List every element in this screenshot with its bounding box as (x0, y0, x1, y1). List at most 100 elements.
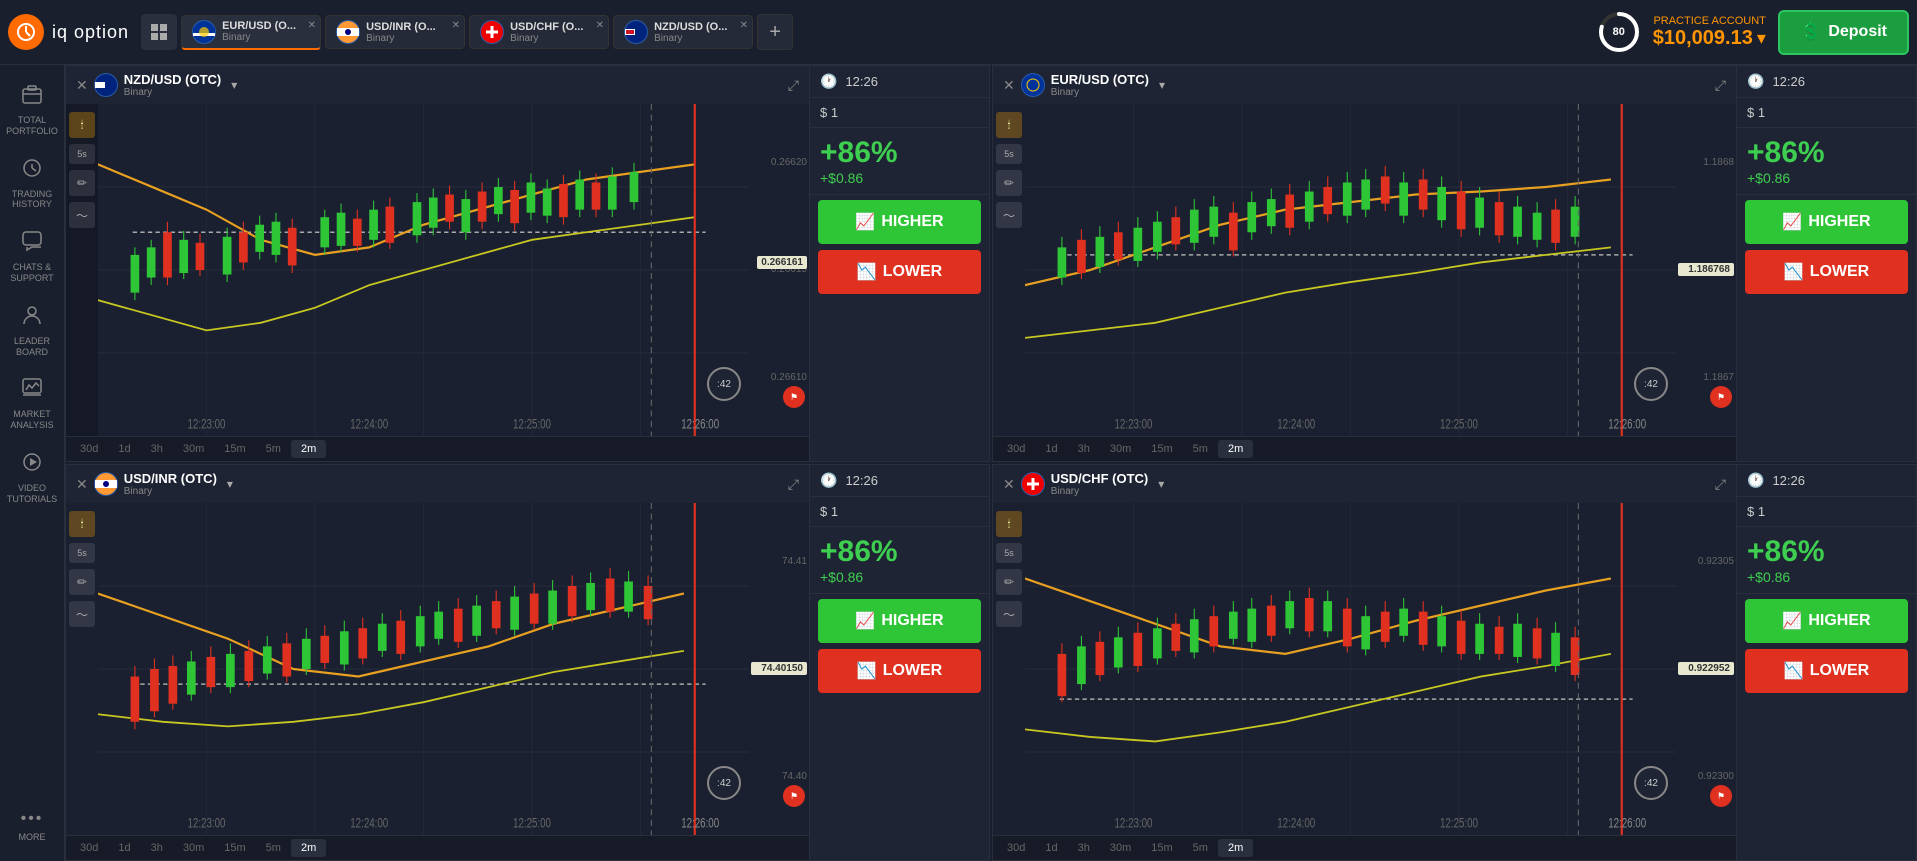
tf-3h-eurusd[interactable]: 3h (1068, 440, 1100, 458)
lower-button-usdinr[interactable]: 📉 LOWER (818, 649, 981, 693)
svg-text:12:23:00: 12:23:00 (1115, 416, 1153, 432)
tool-candle-usdchf[interactable]: 🕯 (996, 511, 1022, 537)
tf-30m-usdinr[interactable]: 30m (173, 839, 214, 857)
tf-1d-nzdusd[interactable]: 1d (108, 440, 140, 458)
tf-3h-usdchf[interactable]: 3h (1068, 839, 1100, 857)
tool-wave-usdinr[interactable]: 〜 (69, 601, 95, 627)
lower-icon-nzdusd: 📉 (857, 262, 877, 282)
tab-close-icon-usdchf[interactable]: ✕ (596, 20, 604, 31)
tool-pen-usdinr[interactable]: ✏ (69, 569, 95, 595)
tool-pen-usdchf[interactable]: ✏ (996, 569, 1022, 595)
chart-expand-eurusd[interactable]: ⤢ (1715, 77, 1726, 94)
tab-nzdusd[interactable]: ✕ NZD/USD (O... Binary (613, 15, 753, 49)
chart-close-nzdusd[interactable]: ✕ (76, 77, 88, 94)
tf-3h-usdinr[interactable]: 3h (141, 839, 173, 857)
sidebar-item-more[interactable]: ••• MORE (3, 802, 61, 851)
tf-1d-eurusd[interactable]: 1d (1035, 440, 1067, 458)
tf-30m-usdchf[interactable]: 30m (1100, 839, 1141, 857)
chart-close-eurusd[interactable]: ✕ (1003, 77, 1015, 94)
tf-15m-eurusd[interactable]: 15m (1141, 440, 1182, 458)
sidebar-item-analysis[interactable]: MARKETANALYSIS (3, 369, 61, 439)
tf-15m-usdinr[interactable]: 15m (214, 839, 255, 857)
balance-dropdown-icon[interactable]: ▾ (1757, 28, 1766, 49)
higher-button-usdchf[interactable]: 📈 HIGHER (1745, 599, 1908, 643)
rip-amount-usdinr[interactable]: $ 1 (810, 497, 989, 527)
lower-button-nzdusd[interactable]: 📉 LOWER (818, 250, 981, 294)
sidebar-item-portfolio[interactable]: TOTALPORTFOLIO (3, 75, 61, 145)
chart-svg-eurusd: 12:23:00 12:24:00 12:25:00 12:26:00 (1025, 104, 1676, 436)
current-price-tag-usdinr: 74.40150 (751, 662, 807, 675)
tf-3h-nzdusd[interactable]: 3h (141, 440, 173, 458)
tool-candle-eurusd[interactable]: 🕯 (996, 112, 1022, 138)
tool-5s-nzdusd[interactable]: 5s (69, 144, 95, 164)
chart-dropdown-eurusd[interactable]: ▾ (1159, 78, 1165, 92)
chart-dropdown-usdinr[interactable]: ▾ (227, 477, 233, 491)
deposit-icon: 💲 (1800, 22, 1822, 43)
tool-candle-usdinr[interactable]: 🕯 (69, 511, 95, 537)
tool-wave-usdchf[interactable]: 〜 (996, 601, 1022, 627)
tab-usdchf[interactable]: ✕ USD/CHF (O... Binary (469, 15, 609, 49)
tool-pen-nzdusd[interactable]: ✏ (69, 170, 95, 196)
clock-icon-eurusd: 🕐 (1747, 73, 1764, 90)
higher-button-eurusd[interactable]: 📈 HIGHER (1745, 200, 1908, 244)
svg-text:12:23:00: 12:23:00 (188, 416, 226, 432)
tf-15m-usdchf[interactable]: 15m (1141, 839, 1182, 857)
tf-5m-eurusd[interactable]: 5m (1183, 440, 1218, 458)
tab-close-icon-nzdusd[interactable]: ✕ (740, 20, 748, 31)
rip-amount-usdchf[interactable]: $ 1 (1737, 497, 1916, 527)
tool-pen-eurusd[interactable]: ✏ (996, 170, 1022, 196)
grid-layout-button[interactable] (141, 14, 177, 50)
chart-close-usdinr[interactable]: ✕ (76, 476, 88, 493)
account-type-label: PRACTICE ACCOUNT (1653, 15, 1766, 27)
tool-candle-nzdusd[interactable]: 🕯 (69, 112, 95, 138)
tf-2m-nzdusd[interactable]: 2m (291, 440, 326, 458)
chart-expand-nzdusd[interactable]: ⤢ (788, 77, 799, 94)
rip-amount-nzdusd[interactable]: $ 1 (810, 98, 989, 128)
higher-button-nzdusd[interactable]: 📈 HIGHER (818, 200, 981, 244)
tf-30d-nzdusd[interactable]: 30d (70, 440, 108, 458)
sidebar-item-chats[interactable]: CHATS &SUPPORT (3, 222, 61, 292)
add-tab-button[interactable]: + (757, 14, 793, 50)
tf-2m-eurusd[interactable]: 2m (1218, 440, 1253, 458)
rip-pct-usdinr: +86% (820, 535, 979, 569)
chart-close-usdchf[interactable]: ✕ (1003, 476, 1015, 493)
tf-30d-usdchf[interactable]: 30d (997, 839, 1035, 857)
tool-5s-usdchf[interactable]: 5s (996, 543, 1022, 563)
rip-profit-usdinr: +$0.86 (820, 569, 979, 585)
tf-30m-nzdusd[interactable]: 30m (173, 440, 214, 458)
tab-close-icon-usdinr[interactable]: ✕ (452, 20, 460, 31)
tf-5m-usdinr[interactable]: 5m (256, 839, 291, 857)
higher-button-usdinr[interactable]: 📈 HIGHER (818, 599, 981, 643)
sidebar-item-tutorials[interactable]: VIDEOTUTORIALS (3, 443, 61, 513)
tf-5m-usdchf[interactable]: 5m (1183, 839, 1218, 857)
tool-wave-eurusd[interactable]: 〜 (996, 202, 1022, 228)
rip-amount-eurusd[interactable]: $ 1 (1737, 98, 1916, 128)
rip-payout-usdinr: +86% +$0.86 (810, 527, 989, 594)
tf-1d-usdinr[interactable]: 1d (108, 839, 140, 857)
tool-5s-eurusd[interactable]: 5s (996, 144, 1022, 164)
tf-2m-usdchf[interactable]: 2m (1218, 839, 1253, 857)
chart-dropdown-nzdusd[interactable]: ▾ (231, 78, 237, 92)
tab-close-icon[interactable]: ✕ (308, 20, 316, 31)
tf-15m-nzdusd[interactable]: 15m (214, 440, 255, 458)
chart-expand-usdinr[interactable]: ⤢ (788, 476, 799, 493)
sidebar-item-history[interactable]: TRADINGHISTORY (3, 149, 61, 219)
tool-wave-nzdusd[interactable]: 〜 (69, 202, 95, 228)
lower-button-usdchf[interactable]: 📉 LOWER (1745, 649, 1908, 693)
tf-30m-eurusd[interactable]: 30m (1100, 440, 1141, 458)
deposit-button[interactable]: 💲 Deposit (1778, 10, 1909, 55)
tab-info-eurusd: EUR/USD (O... Binary (222, 20, 296, 43)
sidebar-item-leaderboard[interactable]: LEADERBOARD (3, 296, 61, 366)
tf-1d-usdchf[interactable]: 1d (1035, 839, 1067, 857)
tab-usdinr[interactable]: ✕ USD/INR (O... Binary (325, 15, 465, 49)
lower-button-eurusd[interactable]: 📉 LOWER (1745, 250, 1908, 294)
tab-eurusd[interactable]: ✕ EUR/USD (O... Binary (181, 15, 321, 50)
tool-5s-usdinr[interactable]: 5s (69, 543, 95, 563)
tf-30d-eurusd[interactable]: 30d (997, 440, 1035, 458)
chart-expand-usdchf[interactable]: ⤢ (1715, 476, 1726, 493)
tf-5m-nzdusd[interactable]: 5m (256, 440, 291, 458)
chart-dropdown-usdchf[interactable]: ▾ (1158, 477, 1164, 491)
account-balance-area[interactable]: PRACTICE ACCOUNT $10,009.13 ▾ (1653, 15, 1766, 50)
tf-30d-usdinr[interactable]: 30d (70, 839, 108, 857)
tf-2m-usdinr[interactable]: 2m (291, 839, 326, 857)
